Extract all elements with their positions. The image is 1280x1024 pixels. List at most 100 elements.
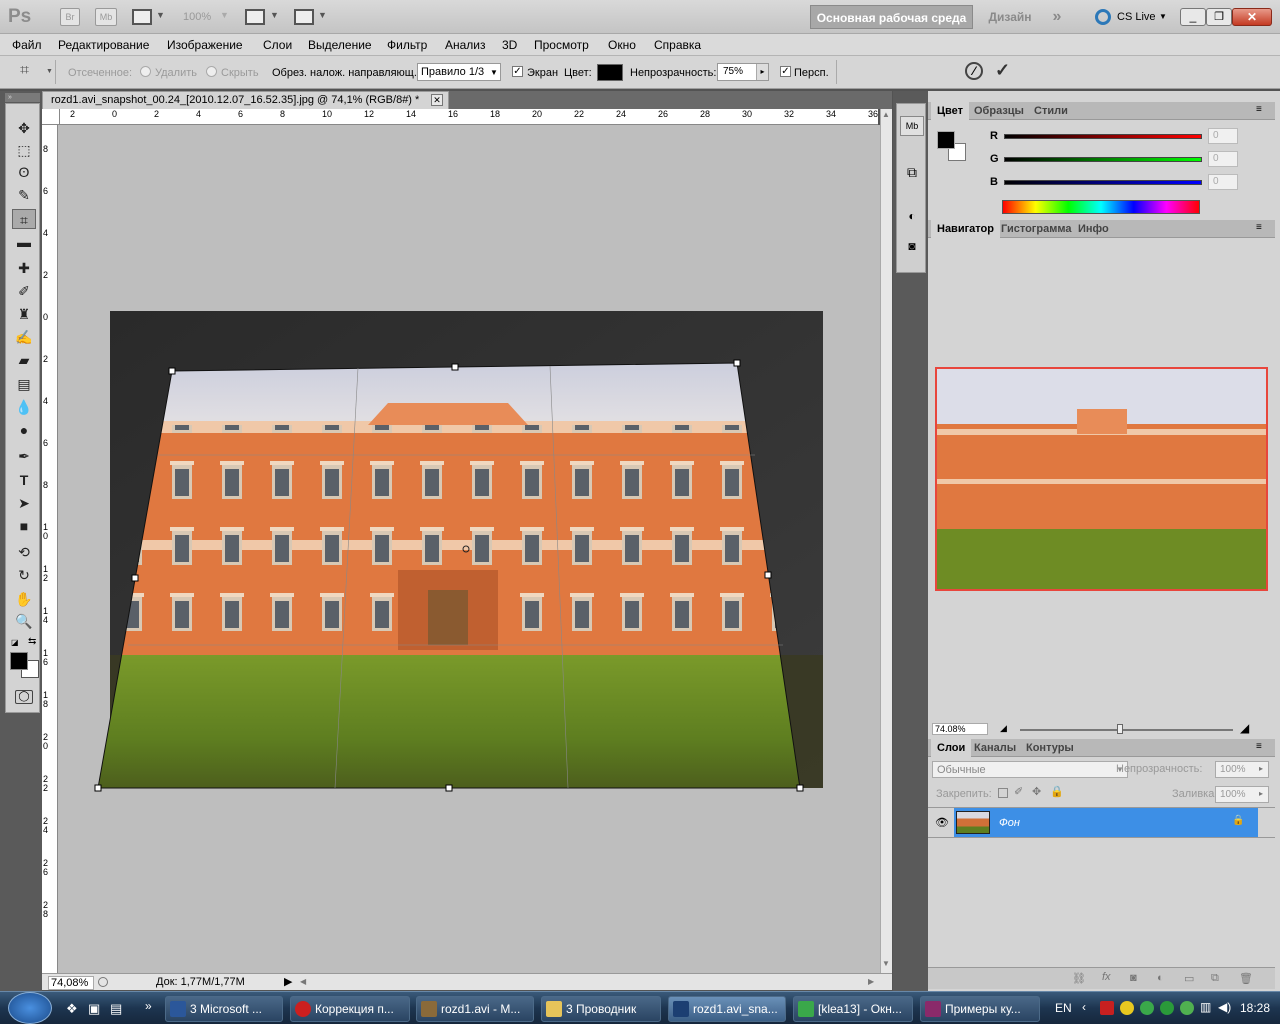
taskbar-item-browser[interactable]: Примеры ку... bbox=[920, 996, 1040, 1022]
clone-stamp-tool-icon[interactable]: ♜ bbox=[12, 304, 36, 324]
status-zoom-field[interactable]: 74,08% bbox=[48, 976, 94, 990]
tab-paths[interactable]: Контуры bbox=[1020, 739, 1080, 757]
zoom-level-dropdown[interactable]: 100% bbox=[183, 11, 211, 23]
navigator-preview[interactable] bbox=[935, 367, 1268, 591]
screen-checkbox[interactable]: ✓ bbox=[512, 66, 523, 77]
chevron-down-icon[interactable]: ▼ bbox=[318, 10, 327, 20]
hand-tool-icon[interactable]: ✋ bbox=[12, 589, 36, 609]
color-ramp[interactable] bbox=[1002, 200, 1200, 214]
document-tab[interactable]: rozd1.avi_snapshot_00.24_[2010.12.07_16.… bbox=[42, 91, 449, 109]
shape-tool-icon[interactable]: ■ bbox=[12, 516, 36, 536]
workspace-essentials-button[interactable]: Основная рабочая среда bbox=[810, 5, 973, 29]
red-slider[interactable]: R 0 bbox=[928, 128, 1275, 148]
crop-handle[interactable] bbox=[451, 363, 459, 371]
layer-opacity-field[interactable]: 100% ▸ bbox=[1215, 761, 1269, 778]
blue-gradient[interactable] bbox=[1004, 180, 1202, 185]
adjustment-layer-icon[interactable]: ◐ bbox=[1157, 972, 1164, 984]
blue-value[interactable]: 0 bbox=[1208, 174, 1238, 190]
minibridge-panel-icon[interactable]: Mb bbox=[900, 116, 924, 136]
overlay-select[interactable]: Правило 1/3 ▼ bbox=[417, 63, 501, 81]
move-tool-icon[interactable]: ✥ bbox=[12, 118, 36, 138]
view-extras-icon[interactable] bbox=[132, 9, 152, 25]
layer-style-icon[interactable]: fx bbox=[1102, 971, 1111, 983]
bridge-button[interactable]: Br bbox=[60, 8, 80, 26]
gradient-tool-icon[interactable]: ▤ bbox=[12, 374, 36, 394]
navigator-zoom-slider[interactable] bbox=[1020, 729, 1233, 731]
taskbar-item-opera[interactable]: Коррекция п... bbox=[290, 996, 410, 1022]
taskbar-item-explorer[interactable]: 3 Проводник bbox=[541, 996, 661, 1022]
scroll-down-icon[interactable]: ▼ bbox=[882, 959, 890, 968]
healing-brush-tool-icon[interactable]: ✚ bbox=[12, 258, 36, 278]
network-icon[interactable]: ▥ bbox=[1200, 1000, 1211, 1014]
crop-handle[interactable] bbox=[168, 367, 176, 375]
cancel-crop-icon[interactable]: ⁄ bbox=[965, 62, 983, 80]
tray-app-icon[interactable] bbox=[1140, 1001, 1154, 1015]
show-desktop-icon[interactable]: ❖ bbox=[66, 1001, 78, 1017]
eraser-tool-icon[interactable]: ▰ bbox=[12, 350, 36, 370]
tab-histogram[interactable]: Гистограмма bbox=[995, 220, 1077, 238]
fill-field[interactable]: 100% ▸ bbox=[1215, 786, 1269, 803]
red-value[interactable]: 0 bbox=[1208, 128, 1238, 144]
quick-launch-icon[interactable]: ▣ bbox=[88, 1001, 100, 1017]
foreground-color-swatch[interactable] bbox=[10, 652, 28, 670]
brush-tool-icon[interactable]: ✐ bbox=[12, 281, 36, 301]
tool-preset-picker[interactable]: ⌗ ▼ bbox=[8, 60, 56, 84]
panel-menu-icon[interactable]: ≡ bbox=[1256, 104, 1262, 115]
shield-color-swatch[interactable] bbox=[597, 64, 623, 81]
panel-menu-icon[interactable]: ≡ bbox=[1256, 741, 1262, 752]
taskbar-item-chat[interactable]: [klea13] - Окн... bbox=[793, 996, 913, 1022]
layer-name[interactable]: Фон bbox=[999, 817, 1020, 829]
crop-handle[interactable] bbox=[796, 784, 804, 792]
ruler-tool-icon[interactable]: ▬ bbox=[12, 232, 36, 252]
tray-app-icon[interactable] bbox=[1160, 1001, 1174, 1015]
clock[interactable]: 18:28 bbox=[1240, 1001, 1270, 1015]
menu-filter[interactable]: Фильтр bbox=[387, 38, 427, 52]
chevron-down-icon[interactable]: ▼ bbox=[270, 10, 279, 20]
menu-view[interactable]: Просмотр bbox=[534, 38, 589, 52]
tab-color[interactable]: Цвет bbox=[931, 102, 970, 120]
close-button[interactable]: ✕ bbox=[1232, 8, 1272, 26]
green-value[interactable]: 0 bbox=[1208, 151, 1238, 167]
chevron-down-icon[interactable]: ▼ bbox=[1159, 12, 1167, 21]
panel-menu-icon[interactable]: ≡ bbox=[1256, 222, 1262, 233]
lock-pixels-icon[interactable]: ✐ bbox=[1014, 785, 1023, 798]
3d-orbit-tool-icon[interactable]: ↻ bbox=[12, 565, 36, 585]
default-colors-icon[interactable]: ◪ bbox=[11, 638, 19, 647]
language-indicator[interactable]: EN bbox=[1055, 1001, 1072, 1015]
scroll-up-icon[interactable]: ▲ bbox=[882, 110, 890, 119]
ruler-origin[interactable] bbox=[42, 109, 60, 125]
chevron-down-icon[interactable]: ▼ bbox=[156, 10, 165, 20]
screen-mode-icon[interactable] bbox=[294, 9, 314, 25]
horizontal-ruler[interactable]: 2 0 2 4 6 8 10 12 14 16 18 20 22 24 26 28 30 32 34 36 bbox=[60, 109, 878, 125]
navigator-zoom-thumb[interactable] bbox=[1117, 724, 1123, 734]
green-gradient[interactable] bbox=[1004, 157, 1202, 162]
menu-image[interactable]: Изображение bbox=[167, 38, 243, 52]
volume-icon[interactable]: ◀) bbox=[1218, 1000, 1231, 1014]
status-info-icon[interactable] bbox=[98, 977, 108, 987]
tray-app-icon[interactable] bbox=[1180, 1001, 1194, 1015]
quick-launch-icon[interactable]: ▤ bbox=[110, 1001, 122, 1017]
tray-app-icon[interactable] bbox=[1120, 1001, 1134, 1015]
marquee-tool-icon[interactable]: ⬚ bbox=[12, 140, 36, 160]
opacity-field[interactable]: 75% ▸ bbox=[717, 63, 769, 81]
quick-mask-icon[interactable]: ◯ bbox=[15, 690, 33, 704]
lasso-tool-icon[interactable]: ʘ bbox=[12, 162, 36, 182]
menu-analysis[interactable]: Анализ bbox=[445, 38, 486, 52]
crop-handle[interactable] bbox=[733, 359, 741, 367]
status-menu-icon[interactable]: ▶ bbox=[284, 975, 292, 988]
canvas-area[interactable] bbox=[58, 125, 880, 973]
zoom-tool-icon[interactable]: 🔍 bbox=[12, 611, 36, 631]
cs-live-button[interactable]: CS Live bbox=[1117, 11, 1156, 23]
lock-transparency-icon[interactable] bbox=[998, 788, 1008, 798]
crop-handle[interactable] bbox=[131, 574, 139, 582]
link-layers-icon[interactable]: ⛓ bbox=[1072, 972, 1086, 985]
blue-slider[interactable]: B 0 bbox=[928, 174, 1275, 194]
tab-info[interactable]: Инфо bbox=[1072, 220, 1115, 238]
history-panel-icon[interactable]: ⧉ bbox=[900, 160, 924, 184]
quick-selection-tool-icon[interactable]: ✎ bbox=[12, 185, 36, 205]
blend-mode-select[interactable]: Обычные ▼ bbox=[932, 761, 1128, 778]
quick-launch-more-icon[interactable]: » bbox=[145, 999, 152, 1013]
tab-channels[interactable]: Каналы bbox=[968, 739, 1022, 757]
navigator-zoom-field[interactable]: 74.08% bbox=[932, 723, 988, 735]
tab-navigator[interactable]: Навигатор bbox=[931, 220, 1000, 238]
